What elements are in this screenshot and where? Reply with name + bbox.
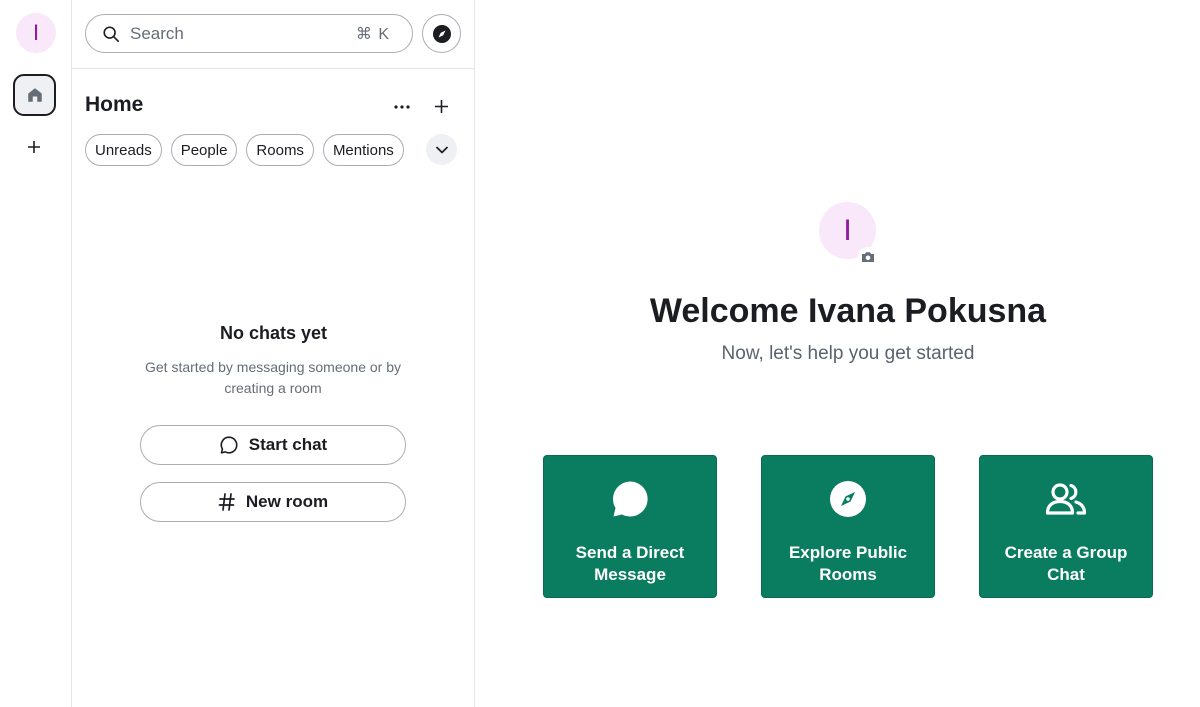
room-list-panel: Search ⌘ K Home Unreads People Rooms Men… [72,0,475,707]
user-avatar-initial: I [32,20,40,45]
change-avatar-button[interactable] [858,247,878,267]
search-shortcut: ⌘ K [355,25,390,43]
filter-unreads[interactable]: Unreads [85,134,162,166]
send-direct-message-button[interactable]: Send a Direct Message [543,455,717,598]
create-space-button[interactable] [22,135,46,159]
empty-state-description: Get started by messaging someone or by c… [144,359,402,396]
home-options-button[interactable] [390,95,414,119]
filter-rooms[interactable]: Rooms [246,134,314,166]
filter-chips: Unreads People Rooms Mentions [85,134,404,166]
start-chat-button[interactable]: Start chat [140,425,406,465]
compass-icon [432,24,451,43]
create-group-chat-button[interactable]: Create a Group Chat [979,455,1153,598]
hash-icon [218,493,235,511]
welcome-title: Welcome Ivana Pokusna [649,292,1047,330]
chat-bubble-icon [220,436,238,454]
filter-mentions[interactable]: Mentions [322,134,404,166]
search-placeholder: Search [130,23,184,43]
filter-people[interactable]: People [170,134,238,166]
chevron-down-icon [435,146,448,153]
profile-avatar-initial: I [843,213,852,247]
plus-icon [434,99,448,113]
home-icon [27,88,42,102]
new-room-button[interactable]: New room [140,482,406,522]
search-input[interactable]: Search ⌘ K [85,14,413,53]
camera-icon [862,252,874,262]
search-row: Search ⌘ K [72,0,475,69]
user-avatar[interactable]: I [16,13,56,53]
start-chat-label: Start chat [248,435,328,454]
plus-icon [28,141,40,153]
empty-state-title: No chats yet [219,323,328,343]
compass-icon [827,478,869,520]
more-icon [394,105,410,109]
new-room-label: New room [245,492,329,511]
search-icon [103,25,120,42]
home-space-button[interactable] [13,74,56,116]
group-icon [1045,478,1087,520]
filter-expand-button[interactable] [426,134,457,165]
home-page: I Welcome Ivana Pokusna Now, let's help … [476,0,1200,707]
home-title: Home [85,93,144,116]
explore-rooms-button[interactable] [422,14,461,53]
action-cards: Send a Direct Message Explore Public Roo… [543,455,1153,598]
explore-public-rooms-button[interactable]: Explore Public Rooms [761,455,935,598]
message-bubble-icon [609,478,651,520]
space-bar: I [0,0,72,707]
send-direct-message-label: Send a Direct Message [575,543,685,584]
welcome-subtitle: Now, let's help you get started [721,343,975,364]
explore-public-rooms-label: Explore Public Rooms [788,543,908,584]
create-group-chat-label: Create a Group Chat [1004,543,1128,584]
add-chat-button[interactable] [429,94,453,118]
